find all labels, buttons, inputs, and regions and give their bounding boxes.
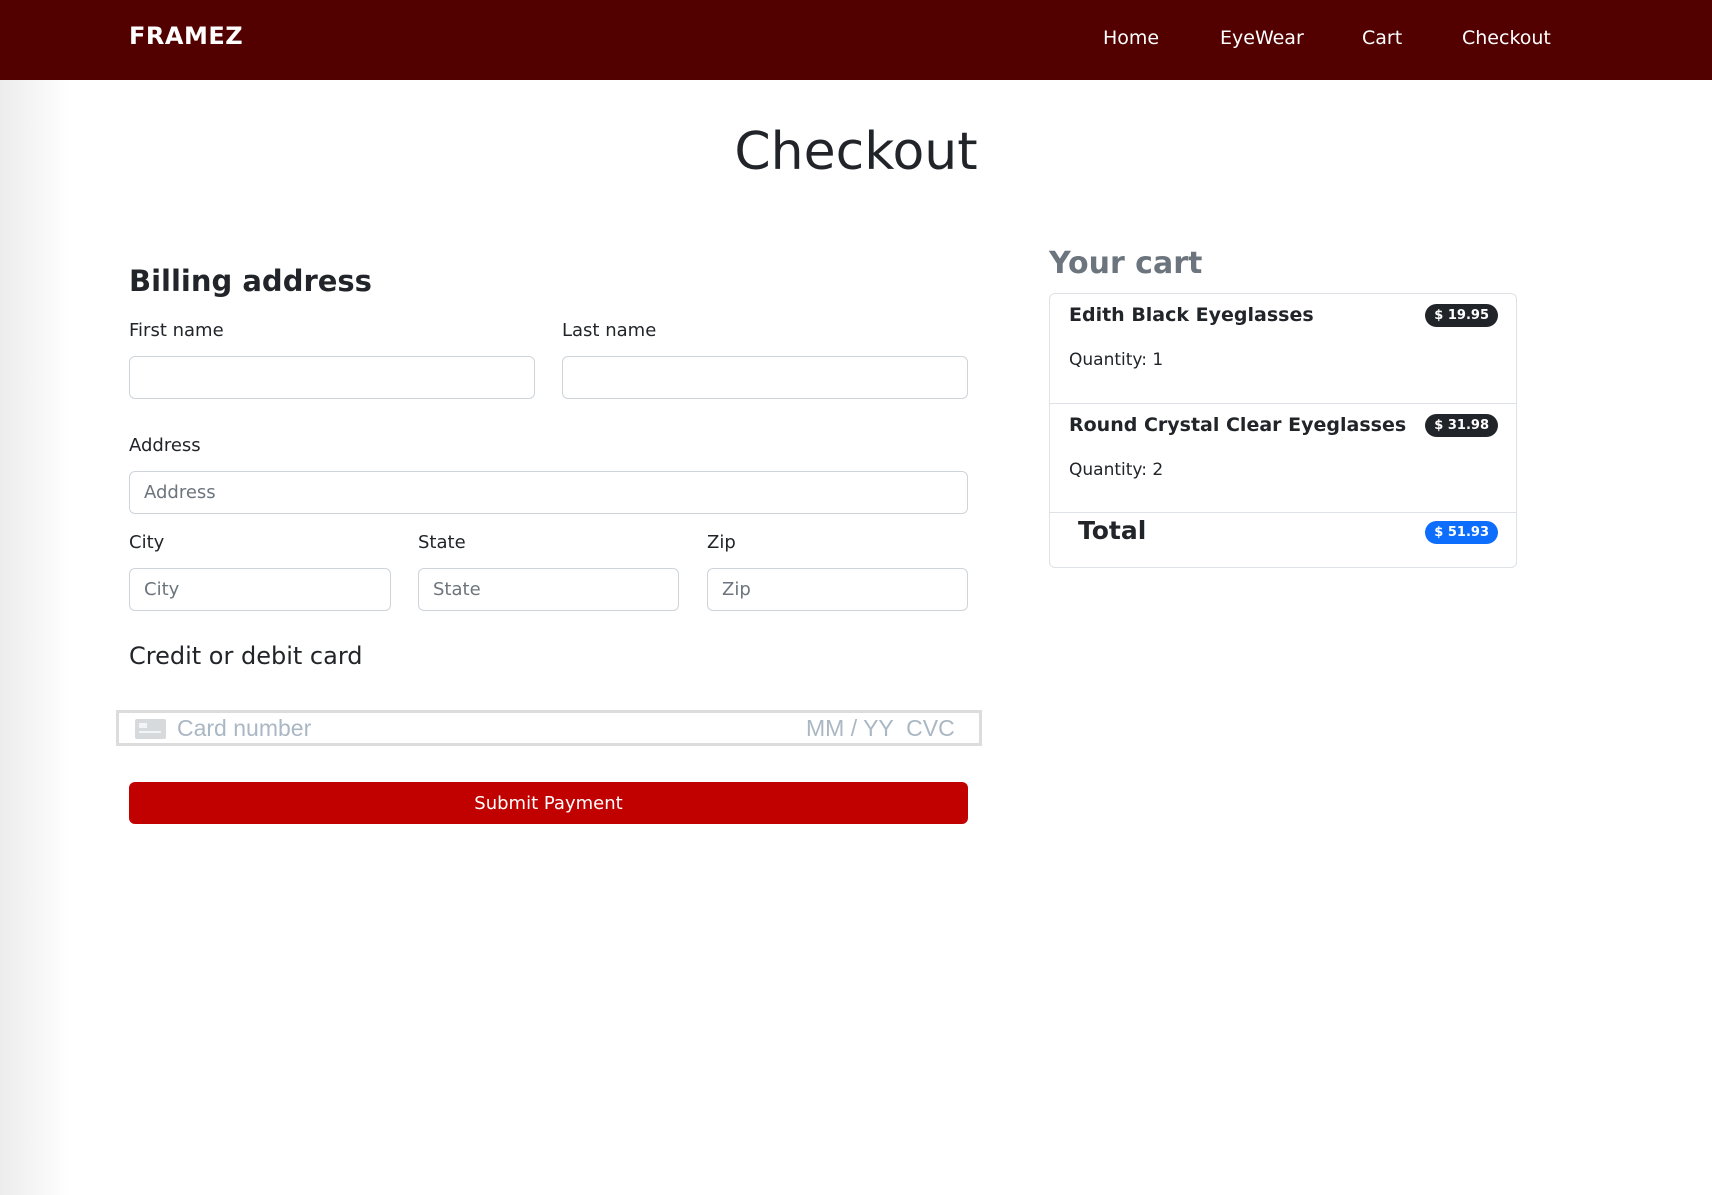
cart-heading: Your cart: [1049, 246, 1203, 281]
submit-payment-button[interactable]: Submit Payment: [129, 782, 968, 824]
nav-link-home[interactable]: Home: [1103, 27, 1159, 49]
card-input-field[interactable]: Card number MM / YY CVC: [116, 710, 982, 746]
zip-label: Zip: [707, 532, 736, 553]
cart-item: Round Crystal Clear Eyeglasses Quantity:…: [1050, 404, 1516, 513]
page-edge-shadow: [0, 80, 70, 1195]
last-name-label: Last name: [562, 320, 657, 341]
card-number-placeholder[interactable]: Card number: [177, 715, 311, 742]
state-input[interactable]: [418, 568, 679, 611]
brand-logo[interactable]: FRAMEZ: [129, 22, 243, 50]
cart-item-name: Round Crystal Clear Eyeglasses: [1069, 414, 1407, 436]
nav-link-cart[interactable]: Cart: [1362, 27, 1402, 49]
address-label: Address: [129, 435, 201, 456]
state-label: State: [418, 532, 466, 553]
billing-address-heading: Billing address: [129, 264, 372, 298]
city-input[interactable]: [129, 568, 391, 611]
cart-summary: Edith Black Eyeglasses Quantity: 1 $ 19.…: [1049, 293, 1517, 568]
cart-total-label: Total: [1078, 516, 1147, 545]
credit-card-icon: [135, 719, 166, 739]
address-input[interactable]: [129, 471, 968, 514]
cart-item: Edith Black Eyeglasses Quantity: 1 $ 19.…: [1050, 294, 1516, 404]
page-title: Checkout: [734, 122, 978, 182]
first-name-input[interactable]: [129, 356, 535, 399]
last-name-input[interactable]: [562, 356, 968, 399]
cart-item-name: Edith Black Eyeglasses: [1069, 304, 1314, 326]
card-section-heading: Credit or debit card: [129, 642, 363, 670]
city-label: City: [129, 532, 165, 553]
cart-item-price-badge: $ 31.98: [1425, 414, 1498, 437]
top-navbar: FRAMEZ Home EyeWear Cart Checkout: [0, 0, 1712, 80]
card-expiry-cvc-placeholder[interactable]: MM / YY CVC: [806, 715, 955, 742]
nav-link-checkout[interactable]: Checkout: [1462, 27, 1551, 49]
zip-input[interactable]: [707, 568, 968, 611]
cart-item-quantity: Quantity: 1: [1069, 350, 1164, 370]
cart-item-quantity: Quantity: 2: [1069, 460, 1164, 480]
cart-item-price-badge: $ 19.95: [1425, 304, 1498, 327]
nav-link-eyewear[interactable]: EyeWear: [1220, 27, 1304, 49]
cart-total-price-badge: $ 51.93: [1425, 521, 1498, 544]
first-name-label: First name: [129, 320, 224, 341]
